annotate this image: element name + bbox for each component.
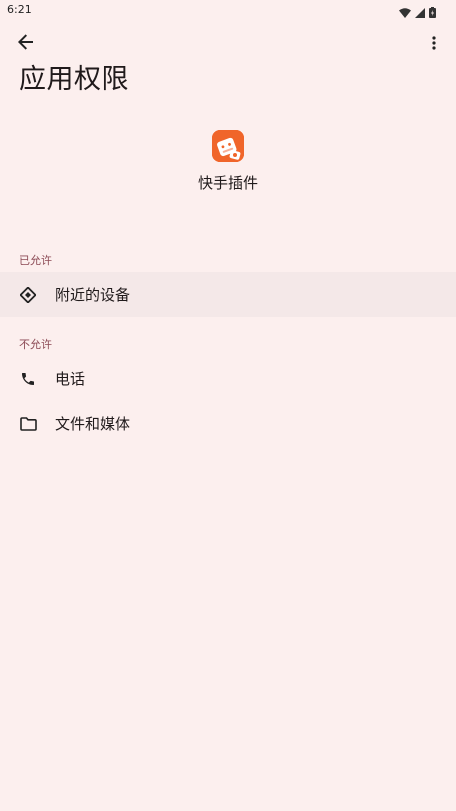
section-label-allowed: 已允许 (19, 254, 52, 267)
permission-item-phone[interactable]: 电话 (0, 356, 456, 401)
more-options-button[interactable] (422, 28, 446, 60)
app-name: 快手插件 (197, 174, 258, 192)
back-button[interactable] (10, 28, 42, 60)
app-icon (212, 130, 244, 162)
phone-icon (18, 369, 38, 389)
status-time: 6:21 (7, 3, 32, 16)
section-label-denied: 不允许 (19, 338, 52, 351)
app-header: 快手插件 (0, 130, 456, 193)
permission-label: 文件和媒体 (55, 415, 131, 433)
status-icons (399, 3, 436, 22)
permission-label: 电话 (55, 370, 86, 388)
nearby-devices-icon (18, 285, 38, 305)
battery-icon (429, 3, 436, 22)
more-vert-icon (432, 35, 436, 54)
permission-label: 附近的设备 (55, 286, 131, 304)
signal-icon (415, 3, 425, 22)
wifi-icon (399, 3, 411, 22)
arrow-back-icon (18, 34, 34, 54)
page-title: 应用权限 (19, 64, 129, 95)
permission-item-files-media[interactable]: 文件和媒体 (0, 401, 456, 446)
status-bar: 6:21 (0, 0, 456, 20)
permission-item-nearby-devices[interactable]: 附近的设备 (0, 272, 456, 317)
folder-icon (18, 414, 38, 434)
